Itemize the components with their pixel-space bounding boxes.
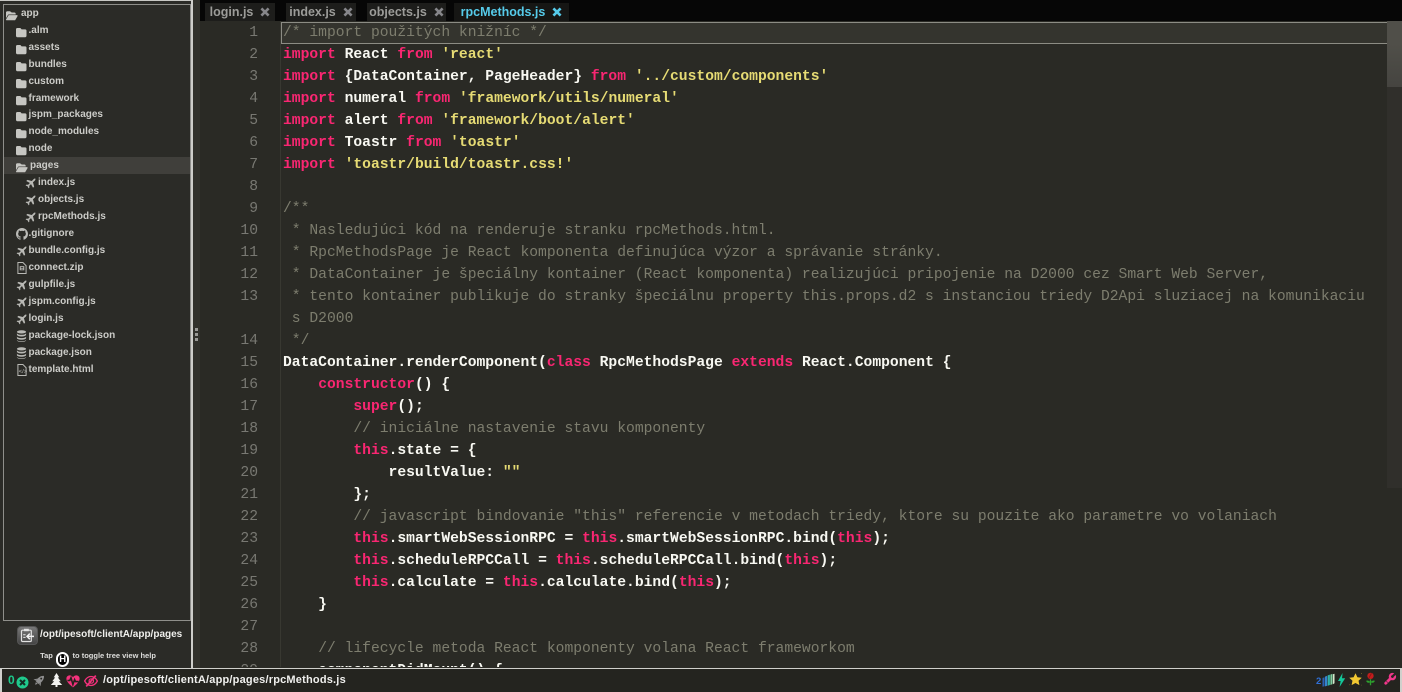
svg-text:</>: </> — [19, 369, 27, 375]
